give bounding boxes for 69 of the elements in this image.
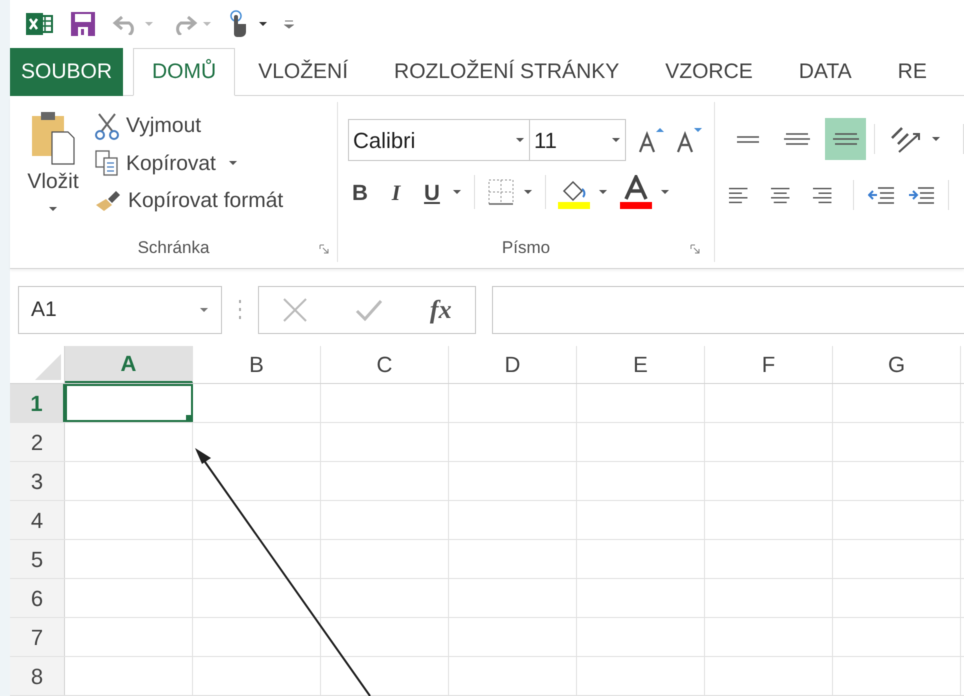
copy-button[interactable]: Kopírovat <box>94 148 216 180</box>
font-color-icon[interactable] <box>620 175 652 210</box>
dropdown-caret-icon[interactable] <box>452 189 462 196</box>
dropdown-caret-icon[interactable] <box>660 189 670 196</box>
column-header[interactable]: F <box>705 346 833 383</box>
column-header[interactable]: B <box>193 346 321 383</box>
font-size-field[interactable]: 11 <box>530 119 626 162</box>
column-header[interactable]: G <box>833 346 961 383</box>
clipboard-icon <box>30 110 76 166</box>
ribbon-tab[interactable]: ROZLOŽENÍ STRÁNKY <box>371 48 642 96</box>
font-name-field[interactable]: Calibri <box>348 119 530 162</box>
file-tab[interactable]: SOUBOR <box>10 48 124 96</box>
align-top-icon <box>734 136 760 143</box>
formula-input[interactable] <box>492 286 964 334</box>
dropdown-caret-icon[interactable] <box>598 189 608 196</box>
ribbon-tab[interactable]: RE <box>874 48 950 96</box>
dialog-launcher-icon[interactable] <box>319 244 329 254</box>
ribbon-tab[interactable]: DATA <box>776 48 875 96</box>
column-header[interactable]: E <box>577 346 705 383</box>
decrease-indent-icon[interactable] <box>868 185 894 206</box>
drag-handle-icon[interactable] <box>238 298 242 320</box>
cut-button[interactable]: Vyjmout <box>94 110 284 142</box>
format-painter-button[interactable]: Kopírovat formát <box>94 185 284 217</box>
row-header[interactable]: 3 <box>10 462 65 500</box>
dropdown-caret-icon[interactable] <box>931 136 942 142</box>
row-header[interactable]: 7 <box>10 618 65 656</box>
grow-font-icon[interactable] <box>638 126 664 154</box>
dropdown-caret-icon[interactable] <box>611 137 621 144</box>
dropdown-caret-icon[interactable] <box>515 137 525 144</box>
column-header[interactable]: D <box>449 346 577 383</box>
ribbon-tab[interactable]: VLOŽENÍ <box>235 48 372 96</box>
borders-icon[interactable] <box>487 178 515 206</box>
dropdown-caret-icon[interactable] <box>523 189 533 196</box>
copy-pages-icon <box>94 149 120 178</box>
bold-button[interactable]: B <box>348 176 372 209</box>
dropdown-caret-icon[interactable] <box>228 160 238 166</box>
underline-button[interactable]: U <box>420 176 444 209</box>
row-header[interactable]: 6 <box>10 579 65 617</box>
group-label: Schránka <box>138 237 210 260</box>
fill-handle[interactable] <box>186 415 193 422</box>
align-bottom-icon <box>832 133 859 146</box>
dialog-launcher-icon[interactable] <box>690 244 700 254</box>
italic-button[interactable]: I <box>384 176 408 209</box>
row-header[interactable]: 4 <box>10 501 65 539</box>
group-label: Písmo <box>502 237 550 260</box>
checkmark-icon[interactable] <box>355 298 384 320</box>
increase-indent-icon[interactable] <box>908 185 934 206</box>
ribbon-tab[interactable]: DOMŮ <box>133 48 236 96</box>
spreadsheet-logo-icon[interactable] <box>26 11 54 37</box>
ribbon-tab[interactable]: VZORCE <box>642 48 776 96</box>
column-header[interactable]: A <box>65 346 193 383</box>
row-header[interactable]: 2 <box>10 423 65 461</box>
paste-button[interactable]: Vložit <box>20 110 86 234</box>
scissors-icon <box>94 112 120 140</box>
name-box[interactable]: A1 <box>18 286 222 334</box>
row-header[interactable]: 1 <box>10 384 65 422</box>
active-cell[interactable] <box>65 384 193 422</box>
shrink-font-icon[interactable] <box>676 126 702 154</box>
vertical-align-button[interactable] <box>825 118 866 160</box>
customize-toolbar-icon[interactable] <box>284 19 294 29</box>
dropdown-caret-icon[interactable] <box>48 206 58 212</box>
paintbrush-icon <box>94 188 122 213</box>
row-header[interactable]: 5 <box>10 540 65 578</box>
insert-function-button[interactable]: fx <box>430 290 452 329</box>
row-header[interactable]: 8 <box>10 657 65 695</box>
column-header[interactable]: C <box>321 346 449 383</box>
align-middle-icon <box>784 133 810 146</box>
save-icon[interactable] <box>70 11 96 37</box>
dropdown-caret-icon[interactable] <box>258 21 268 27</box>
